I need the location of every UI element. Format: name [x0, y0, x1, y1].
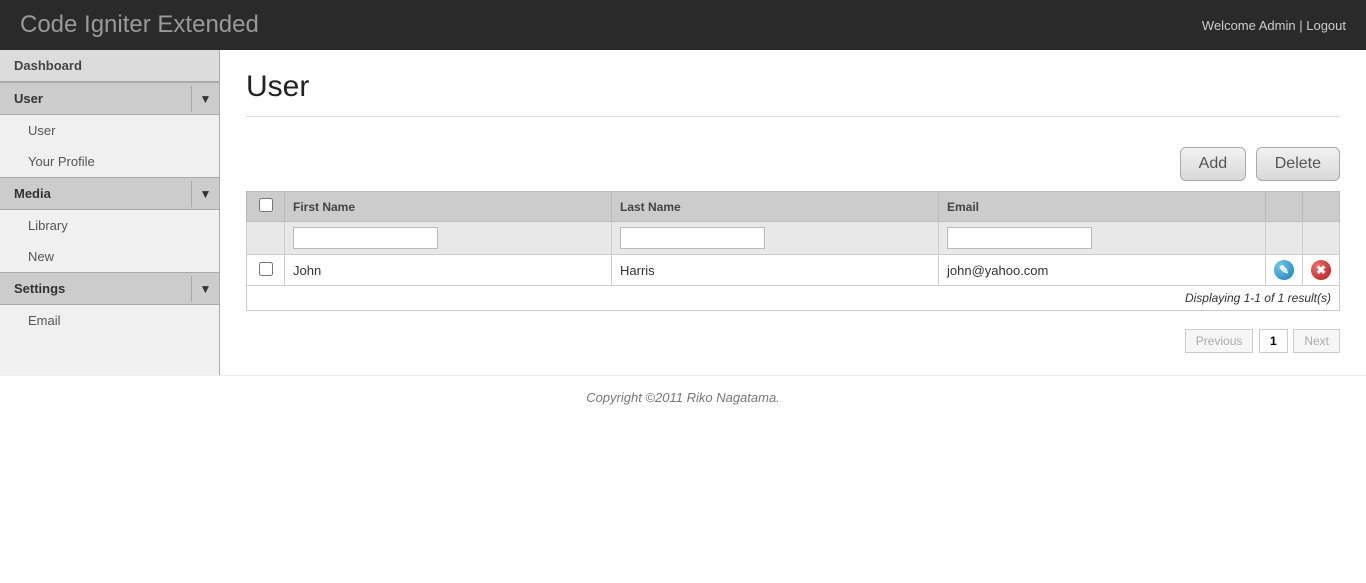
sidebar-item-email[interactable]: Email	[0, 305, 219, 336]
filter-last-name-input[interactable]	[620, 227, 765, 249]
page-title: User	[246, 70, 1340, 104]
header: Code Igniter Extended Welcome Admin | Lo…	[0, 0, 1366, 50]
pager-next[interactable]: Next	[1293, 329, 1340, 353]
action-buttons: Add Delete	[246, 147, 1340, 181]
pager-current: 1	[1259, 329, 1288, 353]
column-header-last-name[interactable]: Last Name	[612, 192, 939, 222]
header-right: Welcome Admin | Logout	[1202, 18, 1346, 33]
chevron-down-icon[interactable]: ▼	[191, 86, 219, 112]
add-button[interactable]: Add	[1180, 147, 1246, 181]
cell-last-name: Harris	[612, 255, 939, 286]
cell-first-name: John	[285, 255, 612, 286]
table-footer: Displaying 1-1 of 1 result(s)	[247, 286, 1340, 311]
sidebar-item-user[interactable]: User	[0, 115, 219, 146]
filter-first-name-input[interactable]	[293, 227, 438, 249]
column-header-blank	[1303, 192, 1340, 222]
sidebar-section-media[interactable]: Media ▼	[0, 177, 219, 210]
sidebar: Dashboard User ▼ User Your Profile Media…	[0, 50, 220, 375]
column-header-email[interactable]: Email	[939, 192, 1266, 222]
pager: Previous 1 Next	[246, 329, 1340, 353]
edit-icon[interactable]: ✎	[1274, 260, 1294, 280]
main-content: User Add Delete First Name Last Name Ema…	[220, 50, 1366, 375]
app-title: Code Igniter Extended	[20, 11, 259, 39]
welcome-link[interactable]: Welcome Admin	[1202, 18, 1296, 33]
column-header-blank	[1266, 192, 1303, 222]
delete-button[interactable]: Delete	[1256, 147, 1340, 181]
result-count: Displaying 1-1 of 1 result(s)	[247, 286, 1340, 311]
filter-row	[247, 222, 1340, 255]
column-header-checkbox	[247, 192, 285, 222]
user-table: First Name Last Name Email	[246, 191, 1340, 311]
sidebar-item-library[interactable]: Library	[0, 210, 219, 241]
chevron-down-icon[interactable]: ▼	[191, 276, 219, 302]
sidebar-section-label: Media	[0, 178, 191, 209]
delete-icon[interactable]: ✖	[1311, 260, 1331, 280]
chevron-down-icon[interactable]: ▼	[191, 181, 219, 207]
sidebar-section-label: Settings	[0, 273, 191, 304]
sidebar-section-user[interactable]: User ▼	[0, 82, 219, 115]
select-all-checkbox[interactable]	[259, 198, 273, 212]
filter-email-input[interactable]	[947, 227, 1092, 249]
sidebar-section-settings[interactable]: Settings ▼	[0, 272, 219, 305]
sidebar-item-dashboard[interactable]: Dashboard	[0, 50, 219, 82]
cell-email: john@yahoo.com	[939, 255, 1266, 286]
sidebar-item-new[interactable]: New	[0, 241, 219, 272]
sidebar-item-your-profile[interactable]: Your Profile	[0, 146, 219, 177]
table-row: John Harris john@yahoo.com ✎ ✖	[247, 255, 1340, 286]
pager-previous[interactable]: Previous	[1185, 329, 1254, 353]
footer-copyright: Copyright ©2011 Riko Nagatama.	[0, 375, 1366, 419]
row-checkbox[interactable]	[259, 262, 273, 276]
column-header-first-name[interactable]: First Name	[285, 192, 612, 222]
divider	[246, 116, 1340, 117]
logout-link[interactable]: Logout	[1306, 18, 1346, 33]
sidebar-section-label: User	[0, 83, 191, 114]
